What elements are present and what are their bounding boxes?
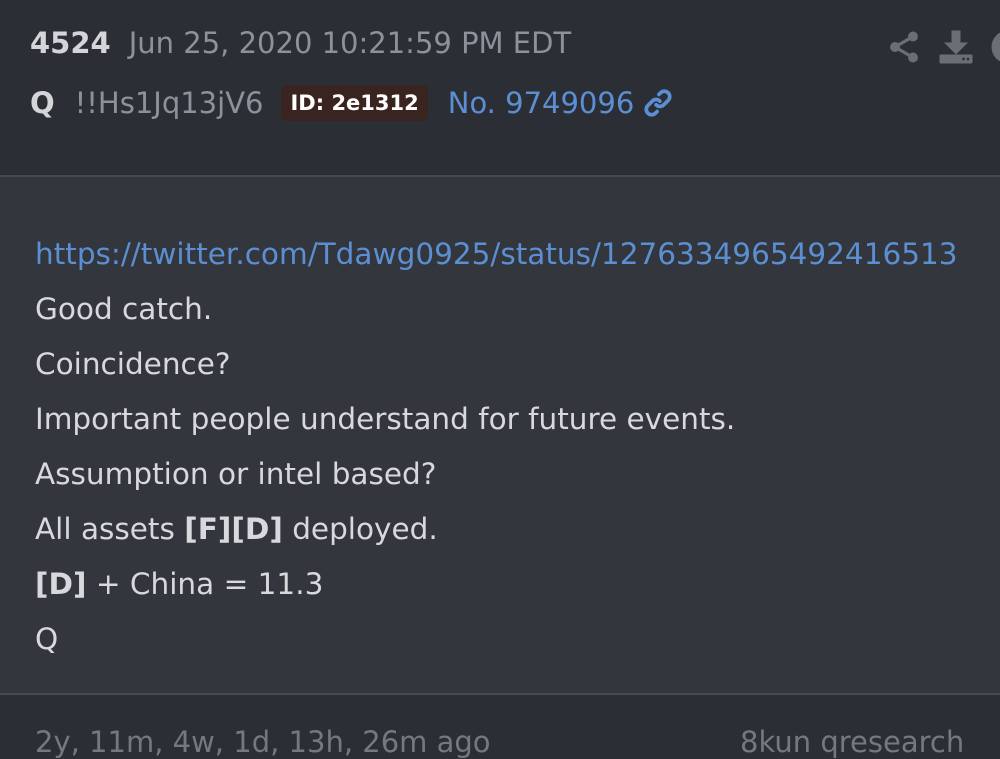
share-icon[interactable]	[886, 29, 922, 65]
text-line: Important people understand for future e…	[35, 392, 995, 447]
source-label[interactable]: 8kun qresearch	[740, 725, 964, 759]
download-icon[interactable]	[938, 29, 974, 65]
post-meta-row: 4524 Jun 25, 2020 10:21:59 PM EDT	[30, 26, 571, 68]
text-segment: All assets	[35, 512, 184, 546]
text-line: Coincidence?	[35, 337, 995, 392]
post-header: 4524 Jun 25, 2020 10:21:59 PM EDT Q !!Hs…	[0, 0, 1000, 176]
post-link[interactable]: No. 9749096	[448, 86, 635, 120]
author-row: Q !!Hs1Jq13jV6 ID: 2e1312 No. 9749096	[30, 80, 674, 126]
tweet-link[interactable]: https://twitter.com/Tdawg0925/status/127…	[35, 237, 958, 271]
text-line-china: [D] + China = 11.3	[35, 557, 995, 612]
id-badge: ID: 2e1312	[281, 85, 427, 121]
tripcode: !!Hs1Jq13jV6	[75, 86, 264, 120]
post-text: https://twitter.com/Tdawg0925/status/127…	[35, 227, 995, 667]
post-number[interactable]: 4524	[30, 26, 111, 60]
bold-text: [F][D]	[184, 512, 283, 546]
header-actions	[886, 28, 1000, 66]
post-date: Jun 25, 2020 10:21:59 PM EDT	[129, 26, 571, 60]
text-line-assets: All assets [F][D] deployed.	[35, 502, 995, 557]
bold-text: [D]	[35, 567, 86, 601]
text-line: Good catch.	[35, 282, 995, 337]
text-segment: deployed.	[283, 512, 438, 546]
text-segment: + China = 11.3	[86, 567, 323, 601]
text-line: Assumption or intel based?	[35, 447, 995, 502]
signature: Q	[35, 612, 995, 667]
author-name: Q	[30, 86, 55, 120]
link-icon[interactable]	[642, 87, 674, 119]
time-ago: 2y, 11m, 4w, 1d, 13h, 26m ago	[35, 725, 491, 759]
post-footer: 2y, 11m, 4w, 1d, 13h, 26m ago 8kun qrese…	[0, 695, 1000, 757]
info-icon[interactable]	[990, 29, 1000, 65]
